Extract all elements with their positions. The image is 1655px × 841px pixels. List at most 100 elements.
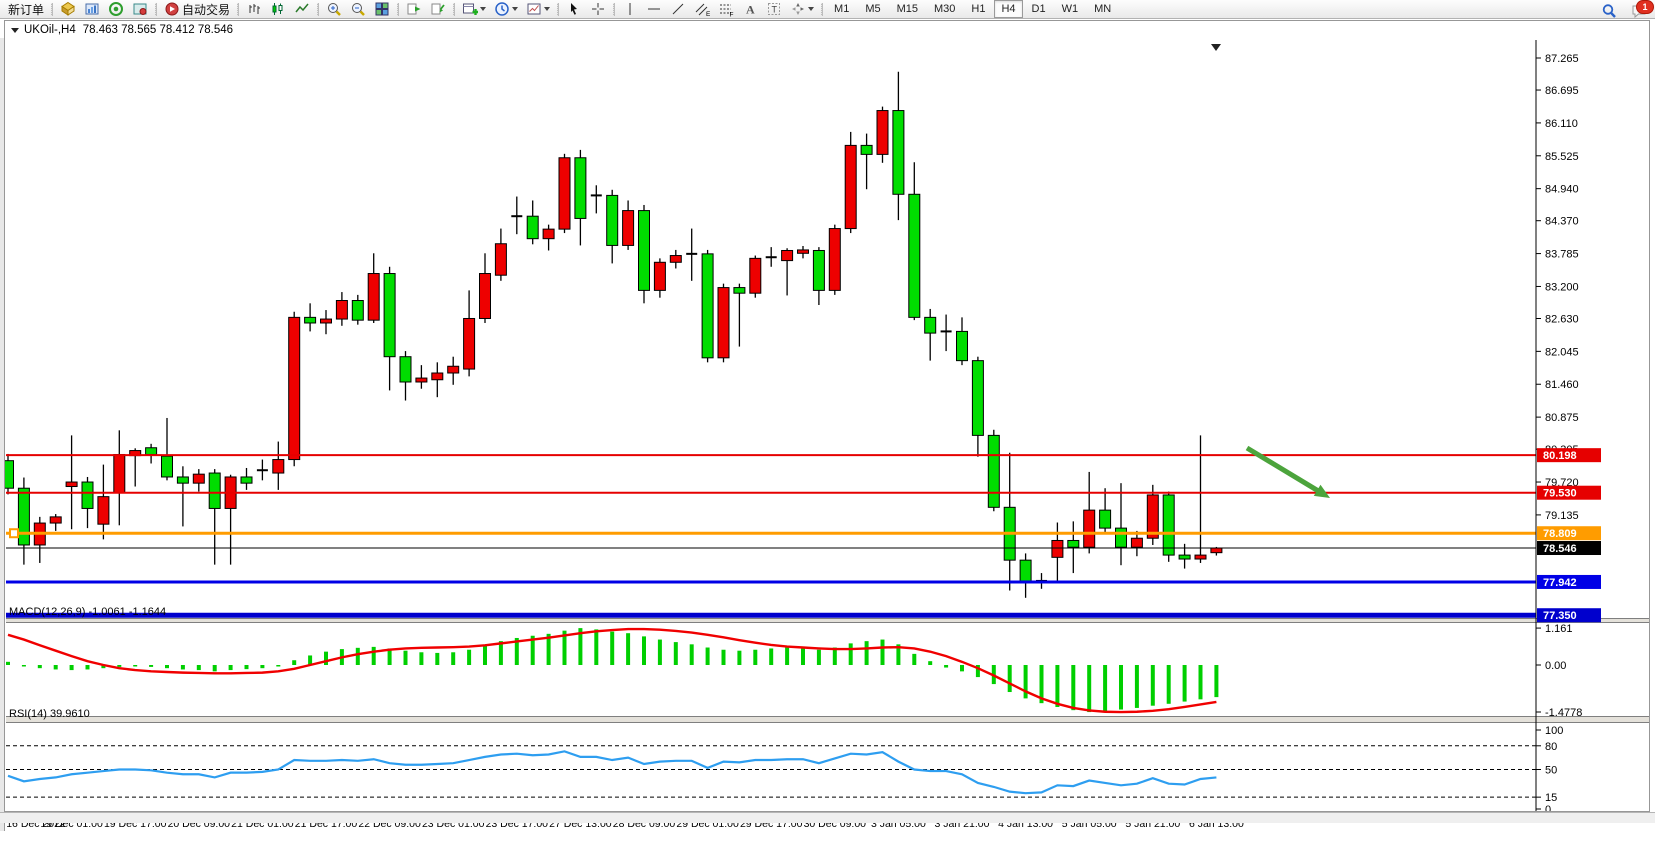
toolbar-button-periods[interactable] <box>490 0 522 19</box>
window-left-edge <box>0 38 5 831</box>
toolbar-button-chart-bars[interactable] <box>242 0 266 19</box>
svg-text:82.045: 82.045 <box>1545 346 1579 358</box>
toolbar-button-vline[interactable] <box>618 0 642 19</box>
timeframe-button-h4[interactable]: H4 <box>994 0 1022 18</box>
toolbar-button-cursor[interactable] <box>562 0 586 19</box>
toolbar-group: EFA T <box>618 0 818 19</box>
toolbar-button-market-watch[interactable] <box>80 0 104 19</box>
notification-count-badge: 1 <box>1636 0 1654 14</box>
svg-text:84.940: 84.940 <box>1545 184 1579 196</box>
status-bar <box>0 812 1655 823</box>
svg-text:85.525: 85.525 <box>1545 151 1579 163</box>
timeframe-button-m1[interactable]: M1 <box>827 0 856 18</box>
toolbar-separator <box>397 3 399 16</box>
ohlc-readout: 78.463 78.565 78.412 78.546 <box>83 24 233 36</box>
fibonacci-icon: F <box>718 1 734 17</box>
channel-icon: E <box>694 1 710 17</box>
toolbar-button-trendline[interactable] <box>666 0 690 19</box>
svg-text:1.161: 1.161 <box>1545 623 1573 635</box>
svg-text:86.110: 86.110 <box>1545 118 1578 130</box>
tile-windows-icon <box>374 1 390 17</box>
toolbar-right: 1 <box>1591 1 1651 20</box>
timeframe-button-m30[interactable]: M30 <box>927 0 962 18</box>
timeframe-button-w1[interactable]: W1 <box>1055 0 1086 18</box>
svg-text:78.546: 78.546 <box>1543 543 1577 555</box>
toolbar-button-text[interactable]: A <box>738 0 762 19</box>
toolbar-button-crosshair[interactable] <box>586 0 610 19</box>
toolbar-separator <box>821 3 823 16</box>
toolbar-group <box>458 0 554 19</box>
toolbar-group <box>56 0 152 19</box>
timeframe-button-d1[interactable]: D1 <box>1025 0 1053 18</box>
svg-text:15: 15 <box>1545 792 1557 804</box>
toolbar-group: 自动交易 <box>160 0 234 19</box>
symbol-period-label: UKOil-,H4 <box>24 24 76 36</box>
toolbar-button-chart-line[interactable] <box>290 0 314 19</box>
search-icon <box>1601 3 1617 19</box>
chart-bars-icon <box>246 1 262 17</box>
svg-text:A: A <box>746 3 755 17</box>
text-icon: A <box>742 1 758 17</box>
chevron-down-icon[interactable] <box>512 7 518 11</box>
cursor-icon <box>566 1 582 17</box>
chart-candles-icon <box>270 1 286 17</box>
price-axis[interactable]: 87.26586.69586.11085.52584.94084.37083.7… <box>1536 40 1582 816</box>
toolbar-group: 新订单 <box>2 0 48 19</box>
market-watch-icon <box>84 1 100 17</box>
chevron-down-icon[interactable] <box>480 7 486 11</box>
rsi-pane <box>6 746 1536 797</box>
timeframe-button-h1[interactable]: H1 <box>964 0 992 18</box>
navigator-icon <box>108 1 124 17</box>
toolbar-separator <box>453 3 455 16</box>
notifications-button[interactable]: 1 <box>1627 1 1651 20</box>
svg-text:-1.4778: -1.4778 <box>1545 707 1582 719</box>
search-button[interactable] <box>1597 1 1621 20</box>
hline-icon <box>646 1 662 17</box>
toolbar-button-zoom-in[interactable] <box>322 0 346 19</box>
toolbar-button-chart-candles[interactable] <box>266 0 290 19</box>
toolbar-button-templates[interactable] <box>522 0 554 19</box>
toolbar-button-gold-cube[interactable] <box>56 0 80 19</box>
macd-indicator-label: MACD(12,26,9) -1.0061 -1.1644 <box>9 606 166 618</box>
toolbar-button-terminal[interactable] <box>128 0 152 19</box>
svg-text:80: 80 <box>1545 741 1557 753</box>
chart-title[interactable]: UKOil-,H4 78.463 78.565 78.412 78.546 <box>11 24 233 36</box>
chevron-down-icon[interactable] <box>544 7 550 11</box>
auto-trading-button[interactable]: 自动交易 <box>160 0 234 19</box>
svg-text:82.630: 82.630 <box>1545 313 1579 325</box>
new-chart-icon <box>462 1 478 17</box>
rsi-indicator-label: RSI(14) 39.9610 <box>9 708 90 720</box>
chevron-down-icon[interactable] <box>808 7 814 11</box>
symbol-dropdown-icon[interactable] <box>11 28 19 33</box>
timeframe-button-m5[interactable]: M5 <box>858 0 887 18</box>
toolbar-group <box>322 0 394 19</box>
toolbar-button-zoom-out[interactable] <box>346 0 370 19</box>
toolbar-group <box>242 0 314 19</box>
price-line-78.809[interactable] <box>6 529 1536 537</box>
toolbar-button-new-chart[interactable] <box>458 0 490 19</box>
toolbar-button-label[interactable]: T <box>762 0 786 19</box>
toolbar-button-chart-shift[interactable] <box>402 0 426 19</box>
terminal-icon <box>132 1 148 17</box>
toolbar-button-auto-scroll[interactable] <box>426 0 450 19</box>
svg-text:80.198: 80.198 <box>1543 450 1577 462</box>
toolbar-button-fibonacci[interactable]: F <box>714 0 738 19</box>
timeframe-button-m15[interactable]: M15 <box>890 0 925 18</box>
chart-canvas[interactable]: 87.26586.69586.11085.52584.94084.37083.7… <box>0 19 1655 841</box>
chart-window[interactable]: 87.26586.69586.11085.52584.94084.37083.7… <box>0 19 1655 822</box>
toolbar-button-tile-windows[interactable] <box>370 0 394 19</box>
toolbar-button-shapes[interactable] <box>786 0 818 19</box>
toolbar-separator <box>155 3 157 16</box>
toolbar-button-hline[interactable] <box>642 0 666 19</box>
toolbar-button-navigator[interactable] <box>104 0 128 19</box>
vline-icon <box>622 1 638 17</box>
svg-text:87.265: 87.265 <box>1545 53 1579 65</box>
svg-text:T: T <box>772 5 778 15</box>
timeframe-button-mn[interactable]: MN <box>1087 0 1118 18</box>
toolbar-button-channel[interactable]: E <box>690 0 714 19</box>
toolbar-separator <box>51 3 53 16</box>
new-order-button[interactable]: 新订单 <box>2 0 48 19</box>
shift-marker-icon[interactable] <box>1211 44 1221 51</box>
gold-cube-icon <box>60 1 76 17</box>
svg-text:83.200: 83.200 <box>1545 281 1579 293</box>
